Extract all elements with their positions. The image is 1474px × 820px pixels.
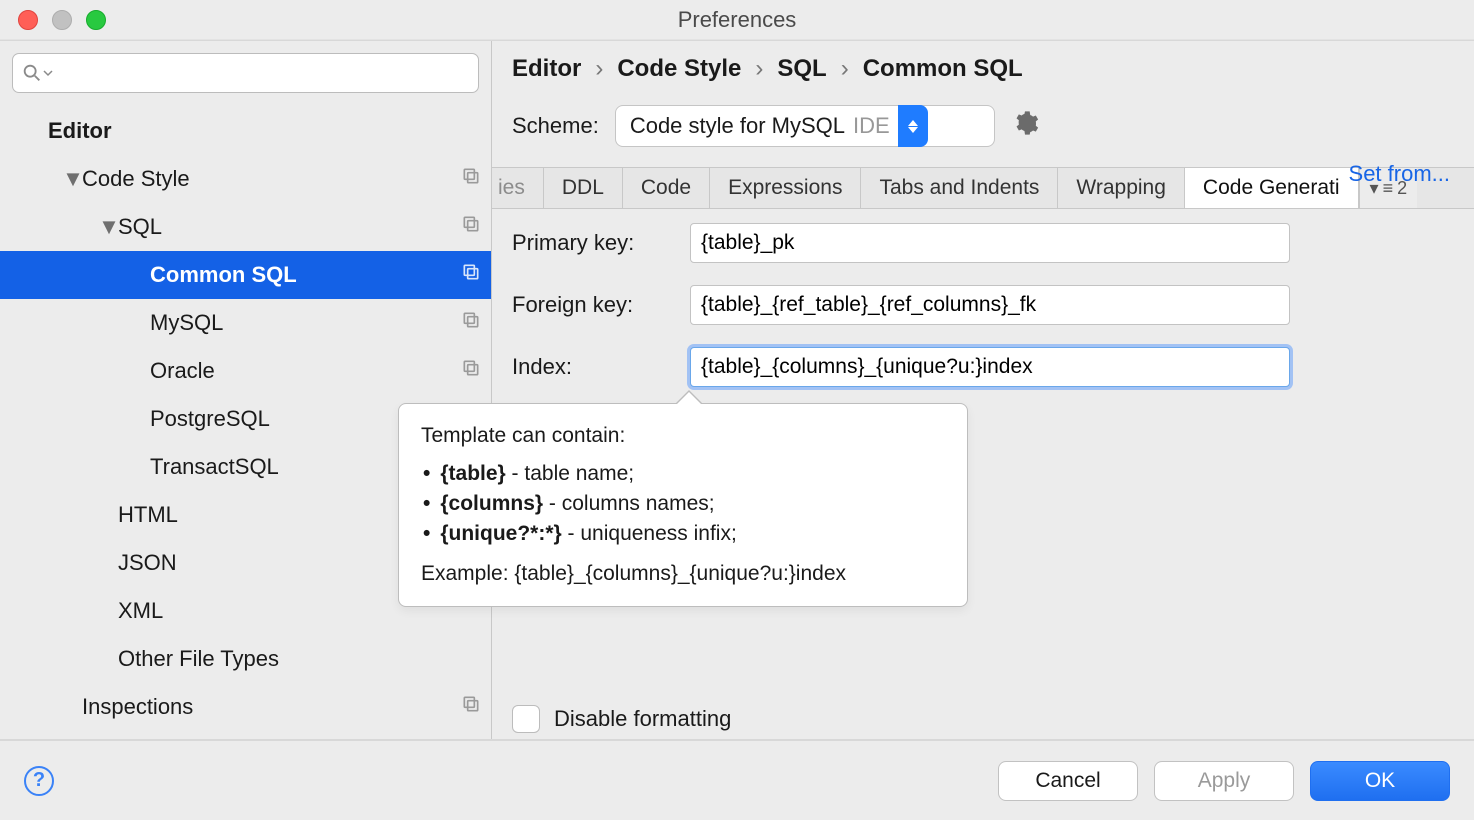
tooltip-item: {unique?*:*} - uniqueness infix; xyxy=(421,522,945,546)
tree-label: Inspections xyxy=(82,694,461,720)
tree-item-mysql[interactable]: MySQL xyxy=(0,299,491,347)
help-icon[interactable]: ? xyxy=(24,766,54,796)
tree-label: Editor xyxy=(48,118,481,144)
breadcrumb-sep: › xyxy=(591,55,607,83)
cancel-button[interactable]: Cancel xyxy=(998,761,1138,801)
profile-scope-icon xyxy=(461,310,481,336)
code-generation-form: Primary key: Foreign key: Index: Templat… xyxy=(492,209,1474,739)
tree-item-editor[interactable]: Editor xyxy=(0,107,491,155)
search-icon xyxy=(21,62,43,84)
tree-item-sql[interactable]: ▼ SQL xyxy=(0,203,491,251)
index-input[interactable] xyxy=(690,347,1290,387)
settings-panel: Editor › Code Style › SQL › Common SQL S… xyxy=(492,41,1474,739)
stepper-arrows-icon xyxy=(898,105,928,147)
scheme-select-value: Code style for MySQL xyxy=(630,113,845,139)
tab-expressions[interactable]: Expressions xyxy=(710,168,861,208)
tab-queries-cut[interactable]: ies xyxy=(492,168,544,208)
breadcrumb-item-current: Common SQL xyxy=(863,55,1023,83)
tooltip-example: Example: {table}_{columns}_{unique?u:}in… xyxy=(421,562,945,586)
ok-button[interactable]: OK xyxy=(1310,761,1450,801)
tree-label: Other File Types xyxy=(118,646,481,672)
primary-key-label: Primary key: xyxy=(512,230,672,256)
tree-label: MySQL xyxy=(150,310,461,336)
profile-scope-icon xyxy=(461,214,481,240)
tree-item-oracle[interactable]: Oracle xyxy=(0,347,491,395)
window-title: Preferences xyxy=(0,7,1474,33)
primary-key-input[interactable] xyxy=(690,223,1290,263)
disable-formatting-checkbox[interactable] xyxy=(512,705,540,733)
breadcrumb-item[interactable]: Code Style xyxy=(617,55,741,83)
breadcrumb-item[interactable]: SQL xyxy=(777,55,826,83)
profile-scope-icon xyxy=(461,166,481,192)
tree-label: SQL xyxy=(118,214,461,240)
tab-wrapping[interactable]: Wrapping xyxy=(1058,168,1185,208)
tree-item-other-file-types[interactable]: Other File Types xyxy=(0,635,491,683)
tree-item-inspections[interactable]: Inspections xyxy=(0,683,491,731)
titlebar: Preferences xyxy=(0,0,1474,40)
dropdown-caret-icon xyxy=(43,62,53,84)
tab-tabs-indents[interactable]: Tabs and Indents xyxy=(861,168,1058,208)
gear-icon[interactable] xyxy=(1011,109,1039,143)
foreign-key-label: Foreign key: xyxy=(512,292,672,318)
tab-code-generation[interactable]: Code Generati xyxy=(1185,168,1359,208)
breadcrumb-sep: › xyxy=(751,55,767,83)
scheme-scope: IDE xyxy=(853,113,890,139)
breadcrumb-item[interactable]: Editor xyxy=(512,55,581,83)
profile-scope-icon xyxy=(461,694,481,720)
tooltip-item: {table} - table name; xyxy=(421,462,945,486)
apply-button[interactable]: Apply xyxy=(1154,761,1294,801)
tree-label: Common SQL xyxy=(150,262,461,288)
profile-scope-icon xyxy=(461,358,481,384)
chevron-down-icon: ▼ xyxy=(100,214,118,240)
index-label: Index: xyxy=(512,354,672,380)
scheme-select[interactable]: Code style for MySQL IDE xyxy=(615,105,995,147)
chevron-down-icon: ▼ xyxy=(64,166,82,192)
breadcrumb: Editor › Code Style › SQL › Common SQL xyxy=(492,41,1474,101)
template-help-tooltip: Template can contain: {table} - table na… xyxy=(398,403,968,607)
tree-label: Oracle xyxy=(150,358,461,384)
tree-item-common-sql[interactable]: Common SQL xyxy=(0,251,491,299)
tooltip-item: {columns} - columns names; xyxy=(421,492,945,516)
search-input[interactable] xyxy=(57,61,470,86)
disable-formatting-row[interactable]: Disable formatting xyxy=(512,705,731,733)
set-from-link[interactable]: Set from... xyxy=(1349,161,1450,187)
tooltip-title: Template can contain: xyxy=(421,424,945,448)
tab-ddl[interactable]: DDL xyxy=(544,168,623,208)
dialog-footer: ? Cancel Apply OK xyxy=(0,740,1474,820)
preferences-sidebar: Editor ▼ Code Style ▼ SQL Common SQL xyxy=(0,41,492,739)
scheme-label: Scheme: xyxy=(512,113,599,139)
foreign-key-input[interactable] xyxy=(690,285,1290,325)
tree-label: Code Style xyxy=(82,166,461,192)
profile-scope-icon xyxy=(461,262,481,288)
search-input-wrap[interactable] xyxy=(12,53,479,93)
disable-formatting-label: Disable formatting xyxy=(554,706,731,732)
code-style-tabs: ies DDL Code Expressions Tabs and Indent… xyxy=(492,167,1474,209)
tree-item-code-style[interactable]: ▼ Code Style xyxy=(0,155,491,203)
tab-code[interactable]: Code xyxy=(623,168,710,208)
breadcrumb-sep: › xyxy=(837,55,853,83)
